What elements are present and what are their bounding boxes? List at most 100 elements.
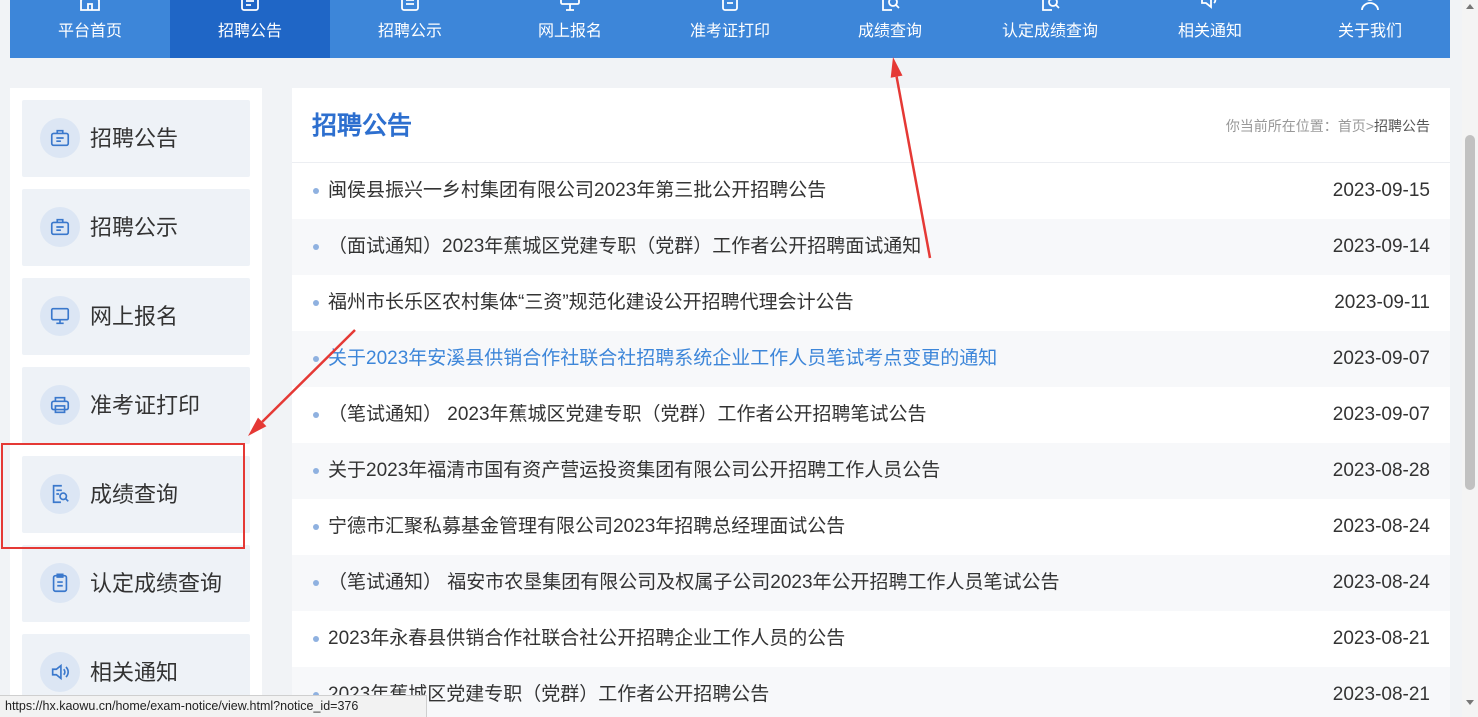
nav-item-home[interactable]: 平台首页 <box>10 0 170 58</box>
nav-item-label: 相关通知 <box>1177 23 1242 40</box>
clipboard-icon <box>401 0 419 11</box>
notice-title-link[interactable]: （面试通知）2023年蕉城区党建专职（党群）工作者公开招聘面试通知 <box>328 219 1300 275</box>
score-search-icon <box>40 474 80 514</box>
sidebar-item-label: 招聘公示 <box>90 215 179 240</box>
list-item[interactable]: 关于2023年安溪县供销合作社联合社招聘系统企业工作人员笔试考点变更的通知 20… <box>292 331 1450 387</box>
breadcrumb-home-link[interactable]: 首页 <box>1338 118 1366 134</box>
monitor-icon <box>560 0 580 11</box>
notice-date: 2023-09-07 <box>1332 348 1430 369</box>
nav-item-score-query[interactable]: 成绩查询 <box>810 0 970 58</box>
sidebar-item-label: 招聘公告 <box>90 126 179 151</box>
notice-date: 2023-08-21 <box>1332 628 1430 649</box>
sidebar: 招聘公告 招聘公示 网上报名 准考证打印 成绩查询 认定成绩查询 相关通知 <box>10 88 262 717</box>
main-header: 招聘公告 你当前所在位置：首页>招聘公告 <box>292 88 1450 163</box>
nav-item-label: 成绩查询 <box>857 23 922 40</box>
bullet-dot <box>313 188 319 194</box>
list-item[interactable]: 闽侯县振兴一乡村集团有限公司2023年第三批公开招聘公告 2023-09-15 <box>292 163 1450 219</box>
notice-date: 2023-08-21 <box>1332 684 1430 705</box>
notice-title-link[interactable]: 宁德市汇聚私募基金管理有限公司2023年招聘总经理面试公告 <box>328 499 1300 555</box>
sidebar-item-certified-score-query[interactable]: 认定成绩查询 <box>22 545 250 622</box>
briefcase-icon <box>40 207 80 247</box>
bullet-dot <box>313 636 319 642</box>
bullet-dot <box>313 580 319 586</box>
notice-title-link[interactable]: 关于2023年福清市国有资产营运投资集团有限公司公开招聘工作人员公告 <box>328 443 1300 499</box>
list-item[interactable]: （面试通知）2023年蕉城区党建专职（党群）工作者公开招聘面试通知 2023-0… <box>292 219 1450 275</box>
bullet-dot <box>313 244 319 250</box>
nav-item-recruitment-notice[interactable]: 招聘公告 <box>170 0 330 58</box>
page-title: 招聘公告 <box>312 112 413 140</box>
scroll-up-arrow-icon[interactable] <box>1466 4 1474 9</box>
list-item[interactable]: 关于2023年福清市国有资产营运投资集团有限公司公开招聘工作人员公告 2023-… <box>292 443 1450 499</box>
notice-title-link[interactable]: 关于2023年安溪县供销合作社联合社招聘系统企业工作人员笔试考点变更的通知 <box>328 331 1300 387</box>
bullet-dot <box>313 412 319 418</box>
notice-date: 2023-09-07 <box>1332 404 1430 425</box>
notice-title-link[interactable]: （笔试通知） 福安市农垦集团有限公司及权属子公司2023年公开招聘工作人员笔试公… <box>328 555 1300 611</box>
nav-item-certified-score-query[interactable]: 认定成绩查询 <box>970 0 1130 58</box>
sidebar-item-label: 认定成绩查询 <box>90 571 223 596</box>
nav-item-label: 平台首页 <box>57 23 122 40</box>
nav-item-about-us[interactable]: 关于我们 <box>1290 0 1450 58</box>
home-icon <box>80 0 100 11</box>
vertical-scrollbar[interactable] <box>1462 0 1478 717</box>
bullet-dot <box>313 356 319 362</box>
main-panel: 招聘公告 你当前所在位置：首页>招聘公告 闽侯县振兴一乡村集团有限公司2023年… <box>292 88 1450 717</box>
list-item[interactable]: 2023年永春县供销合作社联合社公开招聘企业工作人员的公告 2023-08-21 <box>292 611 1450 667</box>
top-nav: 平台首页 招聘公告 招聘公示 网上报名 准考证打印 成绩查询 认定成绩查询 相关… <box>10 0 1450 58</box>
sidebar-item-admission-ticket-print[interactable]: 准考证打印 <box>22 367 250 444</box>
notice-title-link[interactable]: 闽侯县振兴一乡村集团有限公司2023年第三批公开招聘公告 <box>328 163 1300 219</box>
notice-date: 2023-08-24 <box>1332 572 1430 593</box>
list-item[interactable]: （笔试通知） 2023年蕉城区党建专职（党群）工作者公开招聘笔试公告 2023-… <box>292 387 1450 443</box>
sidebar-item-label: 网上报名 <box>90 304 179 329</box>
sidebar-item-recruitment-notice[interactable]: 招聘公告 <box>22 100 250 177</box>
nav-item-label: 准考证打印 <box>689 23 770 40</box>
browser-status-bar: https://hx.kaowu.cn/home/exam-notice/vie… <box>0 695 427 717</box>
bullet-dot <box>313 300 319 306</box>
notice-date: 2023-08-24 <box>1332 516 1430 537</box>
list-item[interactable]: 2023年蕉城区党建专职（党群）工作者公开招聘公告 2023-08-21 <box>292 667 1450 717</box>
nav-item-related-notices[interactable]: 相关通知 <box>1130 0 1290 58</box>
nav-item-label: 招聘公告 <box>217 23 282 40</box>
sidebar-item-label: 成绩查询 <box>90 482 179 507</box>
bullet-dot <box>313 468 319 474</box>
sidebar-item-label: 准考证打印 <box>90 393 201 418</box>
notice-list: 闽侯县振兴一乡村集团有限公司2023年第三批公开招聘公告 2023-09-15 … <box>292 163 1450 717</box>
scroll-down-arrow-icon[interactable] <box>1466 700 1474 705</box>
notice-title-link[interactable]: 福州市长乐区农村集体“三资”规范化建设公开招聘代理会计公告 <box>328 275 1300 331</box>
sidebar-item-score-query[interactable]: 成绩查询 <box>22 456 250 533</box>
monitor-icon <box>40 296 80 336</box>
nav-item-admission-ticket-print[interactable]: 准考证打印 <box>650 0 810 58</box>
briefcase-icon <box>40 118 80 158</box>
sidebar-item-online-registration[interactable]: 网上报名 <box>22 278 250 355</box>
sidebar-item-recruitment-publicity[interactable]: 招聘公示 <box>22 189 250 266</box>
nav-item-online-registration[interactable]: 网上报名 <box>490 0 650 58</box>
printer-icon <box>722 0 738 11</box>
nav-item-label: 关于我们 <box>1337 23 1402 40</box>
breadcrumb-prefix: 你当前所在位置： <box>1225 118 1338 134</box>
notice-icon <box>241 0 259 11</box>
breadcrumb-separator: > <box>1365 118 1374 134</box>
breadcrumb: 你当前所在位置：首页>招聘公告 <box>1226 88 1430 164</box>
nav-item-label: 认定成绩查询 <box>1001 23 1098 40</box>
notice-date: 2023-09-15 <box>1332 180 1430 201</box>
notice-date: 2023-09-11 <box>1334 292 1430 313</box>
notice-date: 2023-09-14 <box>1332 236 1430 257</box>
breadcrumb-current: 招聘公告 <box>1374 118 1430 134</box>
list-item[interactable]: 福州市长乐区农村集体“三资”规范化建设公开招聘代理会计公告 2023-09-11 <box>292 275 1450 331</box>
list-item[interactable]: 宁德市汇聚私募基金管理有限公司2023年招聘总经理面试公告 2023-08-24 <box>292 499 1450 555</box>
speaker-icon <box>40 652 80 692</box>
printer-icon <box>40 385 80 425</box>
score-search-icon <box>882 0 900 11</box>
certified-score-search-icon <box>1042 0 1060 11</box>
scrollbar-thumb[interactable] <box>1465 135 1475 490</box>
clipboard-icon <box>40 563 80 603</box>
notice-title-link[interactable]: 2023年蕉城区党建专职（党群）工作者公开招聘公告 <box>328 667 1300 717</box>
bullet-dot <box>313 524 319 530</box>
nav-item-label: 网上报名 <box>537 23 602 40</box>
list-item[interactable]: （笔试通知） 福安市农垦集团有限公司及权属子公司2023年公开招聘工作人员笔试公… <box>292 555 1450 611</box>
notice-title-link[interactable]: （笔试通知） 2023年蕉城区党建专职（党群）工作者公开招聘笔试公告 <box>328 387 1300 443</box>
nav-item-recruitment-publicity[interactable]: 招聘公示 <box>330 0 490 58</box>
speaker-icon <box>1201 0 1217 9</box>
notice-date: 2023-08-28 <box>1332 460 1430 481</box>
notice-title-link[interactable]: 2023年永春县供销合作社联合社公开招聘企业工作人员的公告 <box>328 611 1300 667</box>
nav-item-label: 招聘公示 <box>377 23 442 40</box>
